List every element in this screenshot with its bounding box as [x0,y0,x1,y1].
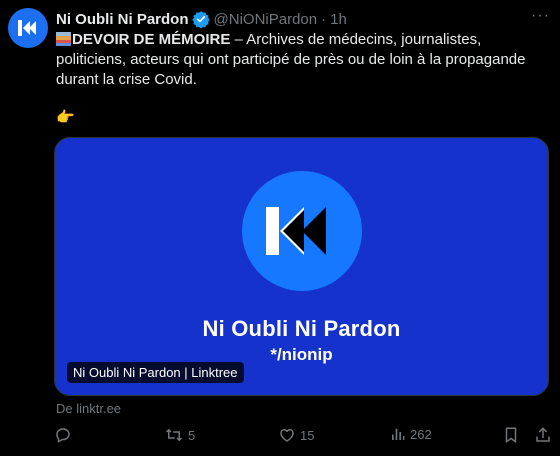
views-icon [392,428,405,440]
separator-dot: · [321,10,327,28]
retweet-icon [165,428,183,442]
bookmark-icon [505,427,517,443]
like-button[interactable]: 15 [278,426,314,444]
card-label: Ni Oubli Ni Pardon | Linktree [67,362,244,383]
bookmark-button[interactable] [503,426,519,444]
rewind-logo-icon [266,207,326,255]
like-icon [280,429,294,442]
views-count: 262 [410,426,432,442]
tweet-header: Ni Oubli Ni Pardon @NiONiPardon · 1h ··· [56,7,550,29]
retweet-button[interactable]: 5 [164,426,195,444]
card-source[interactable]: De linktr.ee [56,401,121,416]
timestamp[interactable]: 1h [330,11,347,28]
avatar-logo-icon [18,20,36,36]
like-count: 15 [300,427,315,443]
link-card[interactable]: Ni Oubli Ni Pardon */nionip Ni Oubli Ni … [54,137,549,396]
tweet-text-bold: DEVOIR DE MÉMOIRE [72,31,231,48]
card-logo [242,171,362,291]
books-emoji-icon [56,31,71,47]
author-handle[interactable]: @NiONiPardon [214,11,318,28]
more-icon[interactable]: ··· [531,7,550,25]
share-icon [536,427,550,442]
retweet-count: 5 [188,427,196,443]
pointer-emoji-icon: 👉 [56,109,75,126]
reply-button[interactable] [54,426,76,444]
avatar[interactable] [8,8,48,48]
share-button[interactable] [534,426,552,444]
action-bar: 5 15 262 [50,426,550,448]
author-name[interactable]: Ni Oubli Ni Pardon [56,11,189,28]
views-button[interactable]: 262 [390,426,432,442]
reply-icon [56,428,70,443]
verified-badge-icon [191,10,210,28]
card-title: Ni Oubli Ni Pardon [202,316,401,341]
tweet-text: DEVOIR DE MÉMOIRE – Archives de médecins… [56,30,550,90]
